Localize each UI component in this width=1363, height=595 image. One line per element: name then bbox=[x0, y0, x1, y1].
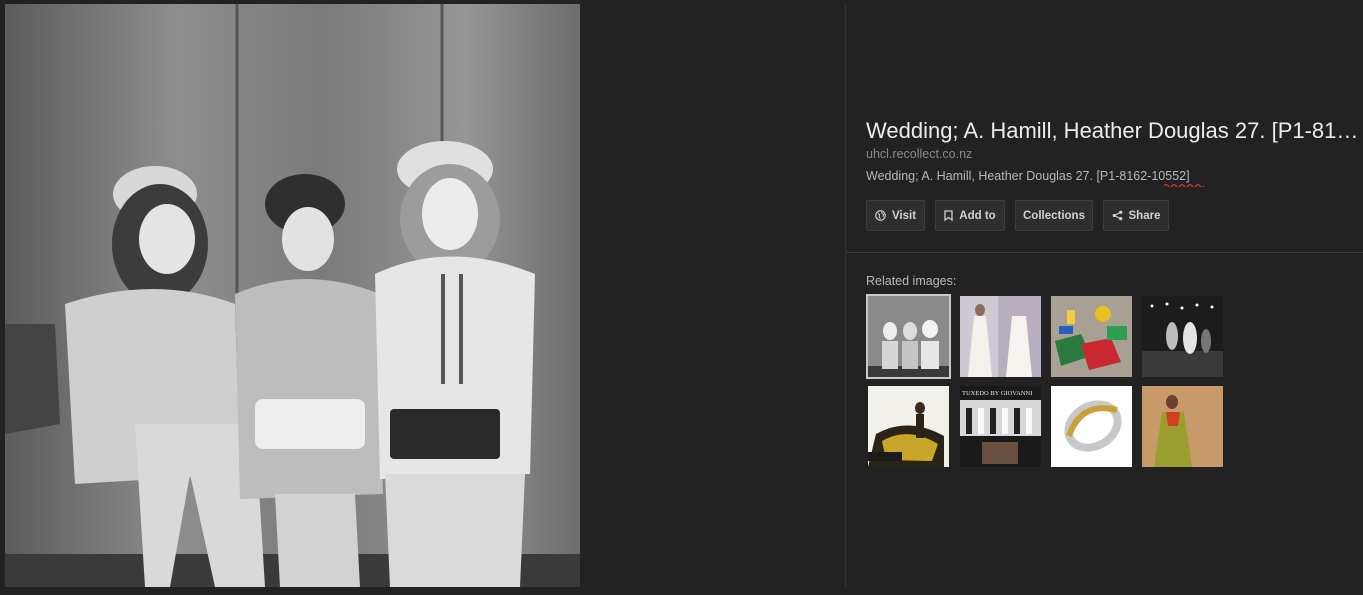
share-label: Share bbox=[1128, 209, 1161, 222]
related-thumb-7-image bbox=[1051, 386, 1132, 467]
related-thumb-1[interactable] bbox=[868, 296, 949, 377]
related-thumb-4[interactable] bbox=[1142, 296, 1223, 377]
source-domain[interactable]: uhcl.recollect.co.nz bbox=[866, 147, 972, 161]
collections-button[interactable]: Collections bbox=[1015, 200, 1093, 231]
visit-button[interactable]: Visit bbox=[866, 200, 925, 231]
image-title[interactable]: Wedding; A. Hamill, Heather Douglas 27. … bbox=[866, 118, 1363, 144]
related-images-label: Related images: bbox=[866, 274, 957, 288]
spellcheck-underline bbox=[1164, 183, 1204, 187]
visit-label: Visit bbox=[891, 209, 917, 222]
related-thumb-3[interactable] bbox=[1051, 296, 1132, 377]
related-thumb-1-image bbox=[868, 296, 949, 377]
main-image-graphic bbox=[5, 4, 580, 587]
collections-label: Collections bbox=[1023, 209, 1085, 222]
related-thumb-3-image bbox=[1051, 296, 1132, 377]
related-thumb-5-image bbox=[868, 386, 949, 467]
tuxedo-caption: TUXEDO BY GIOVANNI bbox=[962, 390, 1032, 397]
image-description: Wedding; A. Hamill, Heather Douglas 27. … bbox=[866, 169, 1190, 183]
share-button[interactable]: Share bbox=[1103, 200, 1169, 231]
related-thumb-8[interactable] bbox=[1142, 386, 1223, 467]
section-divider bbox=[846, 252, 1363, 253]
panel-divider bbox=[845, 4, 846, 587]
share-icon bbox=[1112, 210, 1122, 221]
related-thumb-6[interactable]: TUXEDO BY GIOVANNI bbox=[960, 386, 1041, 467]
related-thumb-7[interactable] bbox=[1051, 386, 1132, 467]
related-thumb-2-image bbox=[960, 296, 1041, 377]
related-thumb-2[interactable] bbox=[960, 296, 1041, 377]
add-to-label: Add to bbox=[959, 209, 996, 222]
add-to-button[interactable]: Add to bbox=[935, 200, 1005, 231]
globe-icon bbox=[875, 210, 886, 221]
related-thumb-6-image: TUXEDO BY GIOVANNI bbox=[960, 386, 1041, 467]
related-thumb-5[interactable] bbox=[868, 386, 949, 467]
main-image[interactable] bbox=[5, 4, 580, 587]
related-thumb-4-image bbox=[1142, 296, 1223, 377]
bookmark-icon bbox=[944, 210, 953, 221]
related-thumb-8-image bbox=[1142, 386, 1223, 467]
